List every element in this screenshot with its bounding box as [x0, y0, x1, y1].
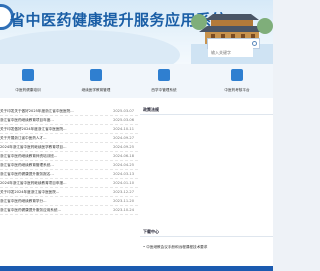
doctor-icon [22, 69, 34, 81]
document-icon [158, 69, 170, 81]
news-title[interactable]: 关于开展浙江省中医药人才... [0, 136, 100, 141]
news-title[interactable]: 2024年浙江省中医药继续医学教育项目... [0, 145, 100, 150]
news-row[interactable]: 浙江省中医药继续教育项目年度... 2025-03-06 [0, 117, 138, 125]
page: 省中医药健康提升服务应用系统 中医药健康培训 继续医学教育管理 [0, 0, 273, 271]
news-title[interactable]: 浙江省中医药继续教育师资培训班... [0, 154, 100, 159]
news-title[interactable]: 浙江省中医药继续教育项目年度... [0, 118, 100, 123]
footer-bar [0, 266, 273, 271]
news-date: 2023-12-27 [113, 190, 134, 194]
news-row[interactable]: 关于开展浙江省中医药人才... 2024-09-27 [0, 135, 138, 143]
news-date: 2024-09-27 [113, 136, 134, 140]
nav-item-health-training[interactable]: 中医药健康培训 [3, 66, 53, 98]
news-list: 关于印发关于做好2025年度浙江省中医医院... 2025-03-07 浙江省中医… [0, 108, 138, 218]
news-date: 2024-01-10 [113, 181, 134, 185]
news-date: 2024-06-18 [113, 154, 134, 158]
policy-panel: 政策法规 [140, 106, 273, 226]
certificate-icon [231, 69, 243, 81]
header: 省中医药健康提升服务应用系统 [0, 0, 273, 64]
news-date: 2025-03-06 [113, 118, 134, 122]
news-title[interactable]: 浙江省中医药继续教育学分... [0, 199, 100, 204]
news-title[interactable]: 关于印发关于做好2025年度浙江省中医医院... [0, 109, 100, 114]
news-row[interactable]: 关于印发做好2024年度浙江省中医医院... 2024-10-11 [0, 126, 138, 134]
news-date: 2024-10-11 [113, 127, 134, 131]
news-row[interactable]: 浙江省中医药继续教育管理系统... 2024-04-25 [0, 162, 138, 170]
news-row[interactable]: 浙江省中医药健康提升服务报名... 2024-03-13 [0, 171, 138, 179]
news-row[interactable]: 浙江省中医药健康提升服务应用系统... 2023-10-24 [0, 207, 138, 215]
download-panel: 下载中心 • 中医继教会议手册和远程课程技术要求 [140, 228, 273, 260]
nav-item-label: 中医药健康培训 [15, 88, 41, 92]
news-title[interactable]: 关于印发2024年度浙江省中医医院... [0, 190, 100, 195]
news-title[interactable]: 浙江省中医药继续教育管理系统... [0, 163, 100, 168]
news-row[interactable]: 2024年浙江省中医药继续教育项目申报... 2024-01-10 [0, 180, 138, 188]
news-title[interactable]: 2024年浙江省中医药继续教育项目申报... [0, 181, 100, 186]
news-title[interactable]: 关于印发做好2024年度浙江省中医医院... [0, 127, 100, 132]
header-background [0, 30, 180, 64]
nav-item-label: 中医药考核平台 [224, 88, 250, 92]
news-date: 2023-10-24 [113, 208, 134, 212]
download-heading: 下载中心 [143, 229, 159, 234]
policy-heading: 政策法规 [143, 107, 159, 112]
policy-heading-bar: 政策法规 [140, 106, 273, 115]
news-row[interactable]: 浙江省中医药继续教育师资培训班... 2024-06-18 [0, 153, 138, 161]
news-date: 2023-11-20 [113, 199, 134, 203]
news-date: 2025-03-07 [113, 109, 134, 113]
news-row[interactable]: 关于印发2024年度浙江省中医医院... 2023-12-27 [0, 189, 138, 197]
search-icon[interactable] [252, 41, 257, 46]
nav-item-label: 西学中管理系统 [151, 88, 177, 92]
news-title[interactable]: 浙江省中医药健康提升服务报名... [0, 172, 100, 177]
calendar-icon [90, 69, 102, 81]
news-date: 2024-03-13 [113, 172, 134, 176]
news-date: 2024-04-25 [113, 163, 134, 167]
nav-item-assessment[interactable]: 中医药考核平台 [212, 66, 262, 98]
news-row[interactable]: 浙江省中医药继续教育学分... 2023-11-20 [0, 198, 138, 206]
news-date: 2024-09-25 [113, 145, 134, 149]
download-item[interactable]: • 中医继教会议手册和远程课程技术要求 [143, 245, 207, 250]
news-row[interactable]: 关于印发关于做好2025年度浙江省中医医院... 2025-03-07 [0, 108, 138, 116]
nav-item-label: 继续医学教育管理 [81, 88, 111, 92]
news-row[interactable]: 2024年浙江省中医药继续医学教育项目... 2024-09-25 [0, 144, 138, 152]
search-box[interactable] [207, 38, 260, 57]
nav-item-western-learning[interactable]: 西学中管理系统 [139, 66, 189, 98]
nav-item-cme-management[interactable]: 继续医学教育管理 [71, 66, 121, 98]
search-input[interactable] [208, 48, 253, 57]
news-title[interactable]: 浙江省中医药健康提升服务应用系统... [0, 208, 100, 213]
download-heading-bar: 下载中心 [140, 228, 273, 237]
